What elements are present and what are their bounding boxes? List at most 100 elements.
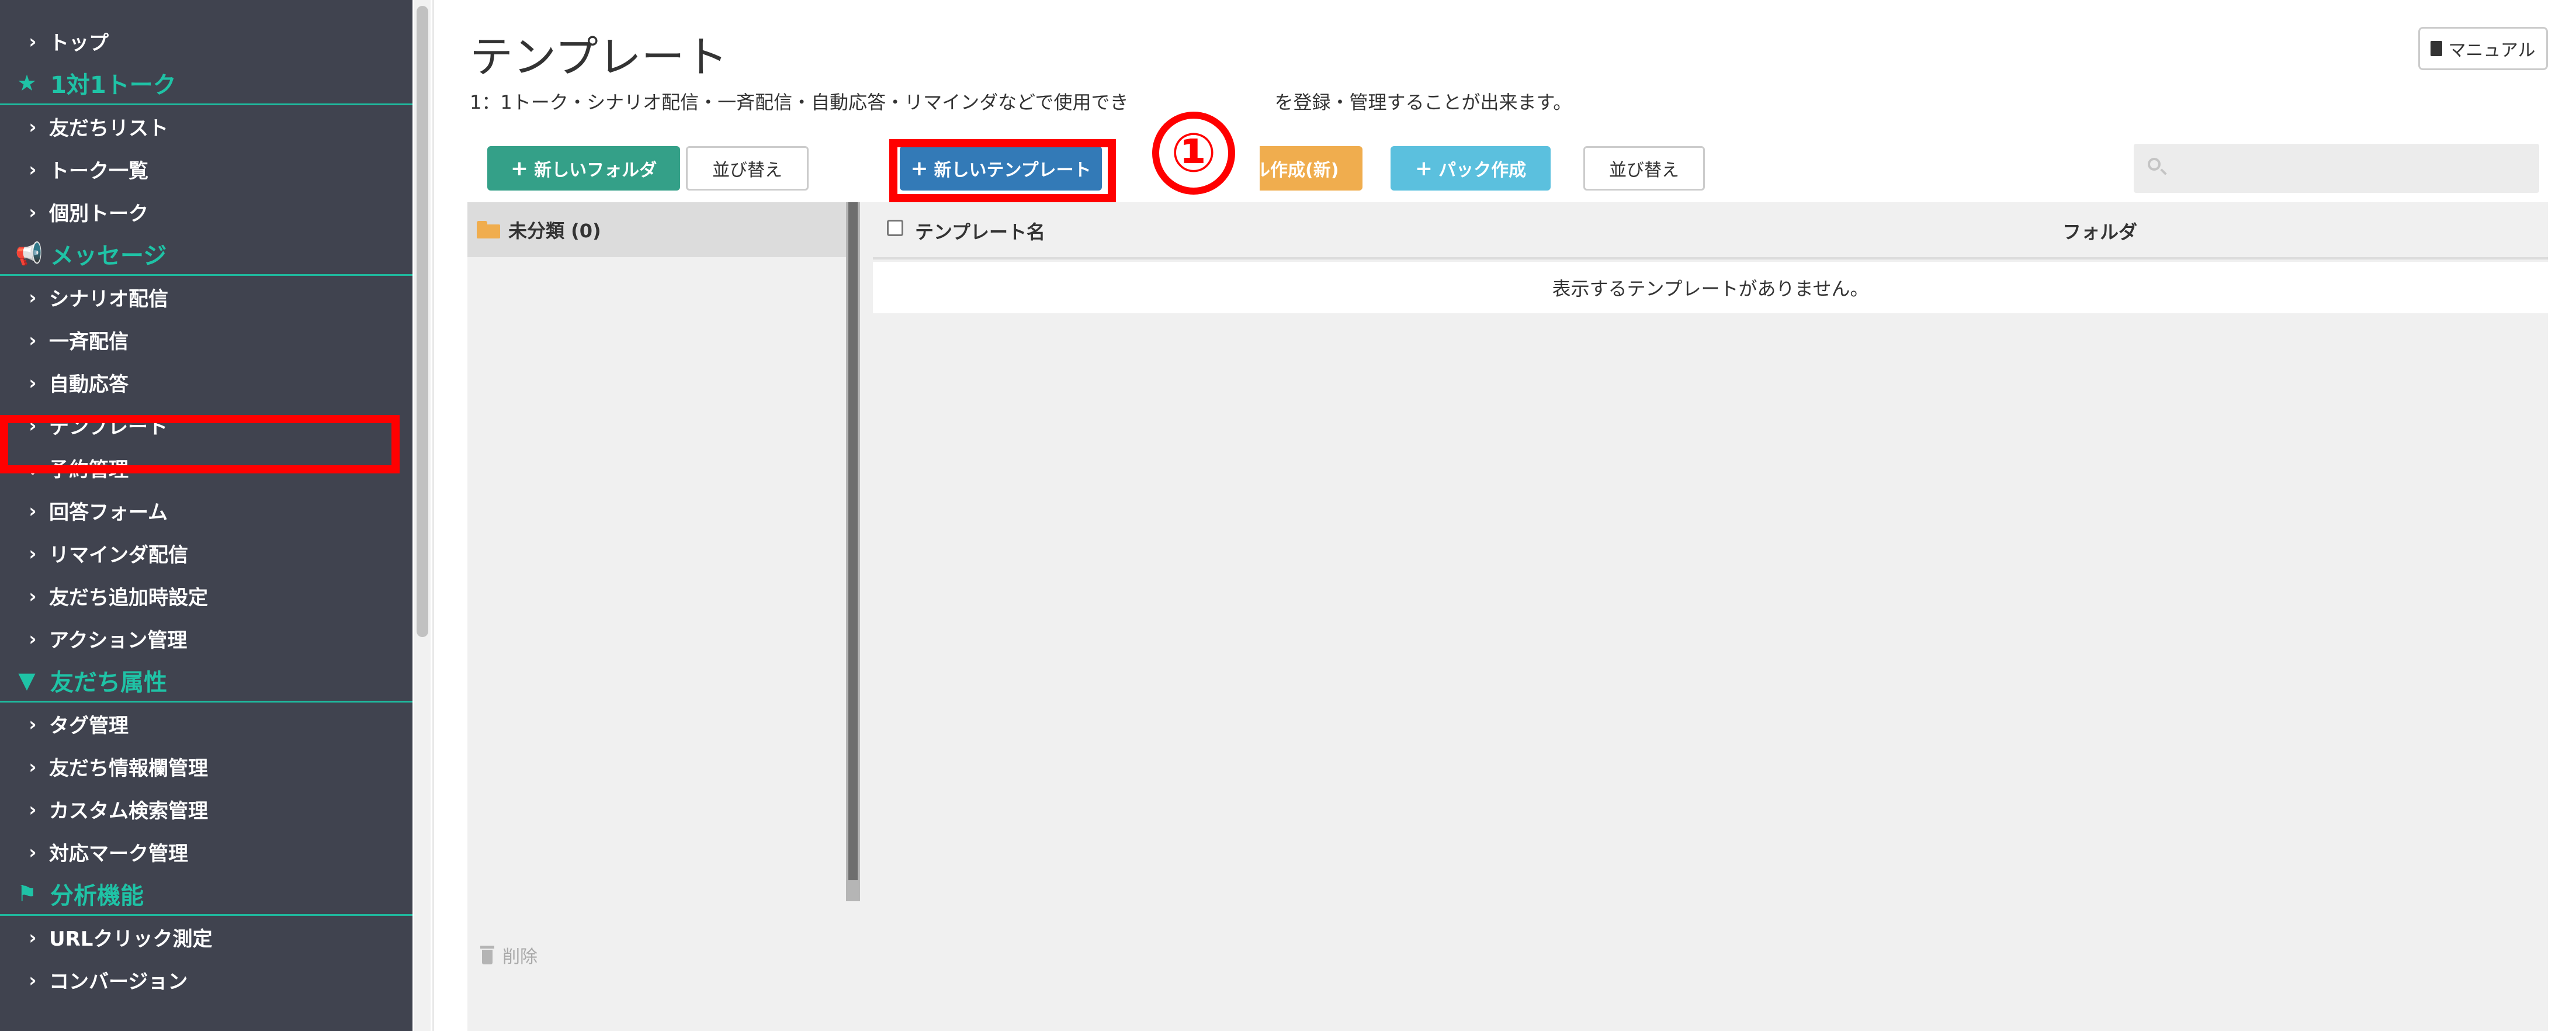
chevron-right-icon: › <box>29 158 37 181</box>
sidebar-highlight-box <box>0 415 400 473</box>
sort-templates-label: 並び替え <box>1609 160 1679 181</box>
sidebar-item-label: 友だち情報欄管理 <box>49 757 208 780</box>
section-icon: ★ <box>16 70 37 96</box>
page-description-left: 1：1トーク・シナリオ配信・一斉配信・自動応答・リマインダなどで使用でき <box>470 91 1129 113</box>
sidebar-item[interactable]: › シナリオ配信 <box>0 276 412 319</box>
sidebar-section-header: ⚑ 分析機能 <box>0 873 412 916</box>
sidebar-item-label: 友だち追加時設定 <box>49 586 208 610</box>
sidebar-item-label: 対応マーク管理 <box>49 842 188 866</box>
main-divider <box>432 0 434 1031</box>
empty-table-message: 表示するテンプレートがありません。 <box>873 262 2548 313</box>
book-icon <box>2431 41 2443 56</box>
chevron-right-icon: › <box>29 499 37 522</box>
select-all-checkbox[interactable] <box>887 220 903 236</box>
sidebar-item[interactable]: › 友だち情報欄管理 <box>0 745 412 788</box>
column-header-template-name[interactable]: テンプレート名 <box>915 217 1045 244</box>
folder-item-label: 未分類 (0) <box>508 220 601 242</box>
sidebar-section-header: ▼ 友だち属性 <box>0 660 412 703</box>
sidebar-scrollbar-thumb[interactable] <box>417 6 428 637</box>
table-header: テンプレート名 フォルダ <box>873 202 2548 260</box>
plus-icon: + <box>510 156 529 181</box>
sidebar-section-header: ★ 1対1トーク <box>0 63 412 105</box>
sidebar-item-label: コンバージョン <box>49 970 188 994</box>
chevron-right-icon: › <box>29 840 37 863</box>
sort-folders-button[interactable]: 並び替え <box>686 146 809 191</box>
chevron-right-icon: › <box>29 968 37 991</box>
page-description: 1：1トーク・シナリオ配信・一斉配信・自動応答・リマインダなどで使用でき を登録・… <box>470 88 1572 115</box>
folder-open-icon <box>477 221 500 238</box>
plus-icon: + <box>1414 156 1433 181</box>
folder-item-uncategorized[interactable]: 未分類 (0) <box>467 202 855 257</box>
sidebar-item-label: メッセージ <box>50 243 167 269</box>
sidebar-item[interactable]: › リマインダ配信 <box>0 532 412 575</box>
sidebar: › トップ ★ 1対1トーク › 友だちリスト › トーク一覧 › 個別トーク 📢 メッセージ › シナリ… <box>0 0 412 1031</box>
sidebar-item[interactable]: › 一斉配信 <box>0 319 412 361</box>
sidebar-item[interactable]: › 回答フォーム <box>0 489 412 532</box>
sidebar-item-label: 友だち属性 <box>50 669 167 696</box>
sidebar-item[interactable]: › コンバージョン <box>0 959 412 1001</box>
sidebar-item-label: 回答フォーム <box>49 501 168 524</box>
sidebar-item-label: カスタム検索管理 <box>49 800 208 823</box>
manual-button-label: マニュアル <box>2448 40 2536 61</box>
chevron-right-icon: › <box>29 371 37 394</box>
section-icon: ▼ <box>18 667 36 693</box>
search-input[interactable] <box>2134 144 2539 193</box>
manual-button[interactable]: マニュアル <box>2418 27 2548 70</box>
sidebar-item[interactable]: › URLクリック測定 <box>0 916 412 959</box>
sidebar-section-header: 📢 メッセージ <box>0 233 412 276</box>
create-pack-button[interactable]: + パック作成 <box>1391 146 1551 191</box>
chevron-right-icon: › <box>29 798 37 821</box>
page-description-right: を登録・管理することが出来ます。 <box>1274 91 1572 113</box>
create-pack-label: パック作成 <box>1438 160 1527 181</box>
chevron-right-icon: › <box>29 627 37 650</box>
search-icon <box>2148 158 2161 171</box>
sidebar-item[interactable]: › トーク一覧 <box>0 148 412 191</box>
sidebar-item[interactable]: › 友だち追加時設定 <box>0 575 412 617</box>
sidebar-item[interactable]: › 自動応答 <box>0 361 412 404</box>
new-template-highlight-box <box>889 139 1116 202</box>
sort-templates-button[interactable]: 並び替え <box>1583 146 1705 191</box>
sidebar-item-label: 友だちリスト <box>49 117 168 140</box>
create-template-new-label: ル作成(新) <box>1253 160 1339 181</box>
delete-button[interactable]: 削除 <box>480 942 538 968</box>
sidebar-item[interactable]: › 対応マーク管理 <box>0 831 412 873</box>
sidebar-item-label: トップ <box>49 32 109 55</box>
section-icon: ⚑ <box>16 881 37 907</box>
chevron-right-icon: › <box>29 712 37 735</box>
sidebar-item[interactable]: › 友だちリスト <box>0 105 412 148</box>
create-template-new-button[interactable]: ル作成(新) <box>1244 146 1362 191</box>
page-title: テンプレート <box>470 32 728 82</box>
chevron-right-icon: › <box>29 30 37 53</box>
step-number-badge: ① <box>1152 112 1235 195</box>
section-icon: 📢 <box>15 240 43 267</box>
chevron-right-icon: › <box>29 584 37 607</box>
chevron-right-icon: › <box>29 926 37 949</box>
sidebar-item-label: 個別トーク <box>49 202 148 226</box>
sidebar-item-label: 分析機能 <box>50 883 144 909</box>
sidebar-item-label: トーク一覧 <box>49 160 148 183</box>
panel-splitter-handle[interactable] <box>848 202 858 880</box>
delete-label: 削除 <box>502 947 538 967</box>
chevron-right-icon: › <box>29 328 37 351</box>
sidebar-item[interactable]: › 個別トーク <box>0 191 412 233</box>
sidebar-item-label: 一斉配信 <box>49 330 129 354</box>
trash-icon <box>480 946 494 964</box>
new-folder-button[interactable]: + 新しいフォルダ <box>487 146 680 191</box>
sidebar-item[interactable]: › トップ <box>0 20 412 63</box>
sidebar-item-label: URLクリック測定 <box>49 928 213 951</box>
sidebar-item[interactable]: › タグ管理 <box>0 703 412 745</box>
chevron-right-icon: › <box>29 286 37 309</box>
sidebar-item-label: シナリオ配信 <box>49 288 168 311</box>
column-header-folder[interactable]: フォルダ <box>2062 217 2137 244</box>
chevron-right-icon: › <box>29 200 37 223</box>
sidebar-item-label: 1対1トーク <box>50 72 176 99</box>
sidebar-item-label: タグ管理 <box>49 714 129 738</box>
sidebar-item-label: 自動応答 <box>49 373 129 396</box>
chevron-right-icon: › <box>29 115 37 138</box>
chevron-right-icon: › <box>29 542 37 565</box>
template-panel <box>467 202 2548 1031</box>
sidebar-item[interactable]: › アクション管理 <box>0 617 412 660</box>
chevron-right-icon: › <box>29 755 37 778</box>
new-folder-label: 新しいフォルダ <box>534 160 657 181</box>
sidebar-item[interactable]: › カスタム検索管理 <box>0 788 412 831</box>
